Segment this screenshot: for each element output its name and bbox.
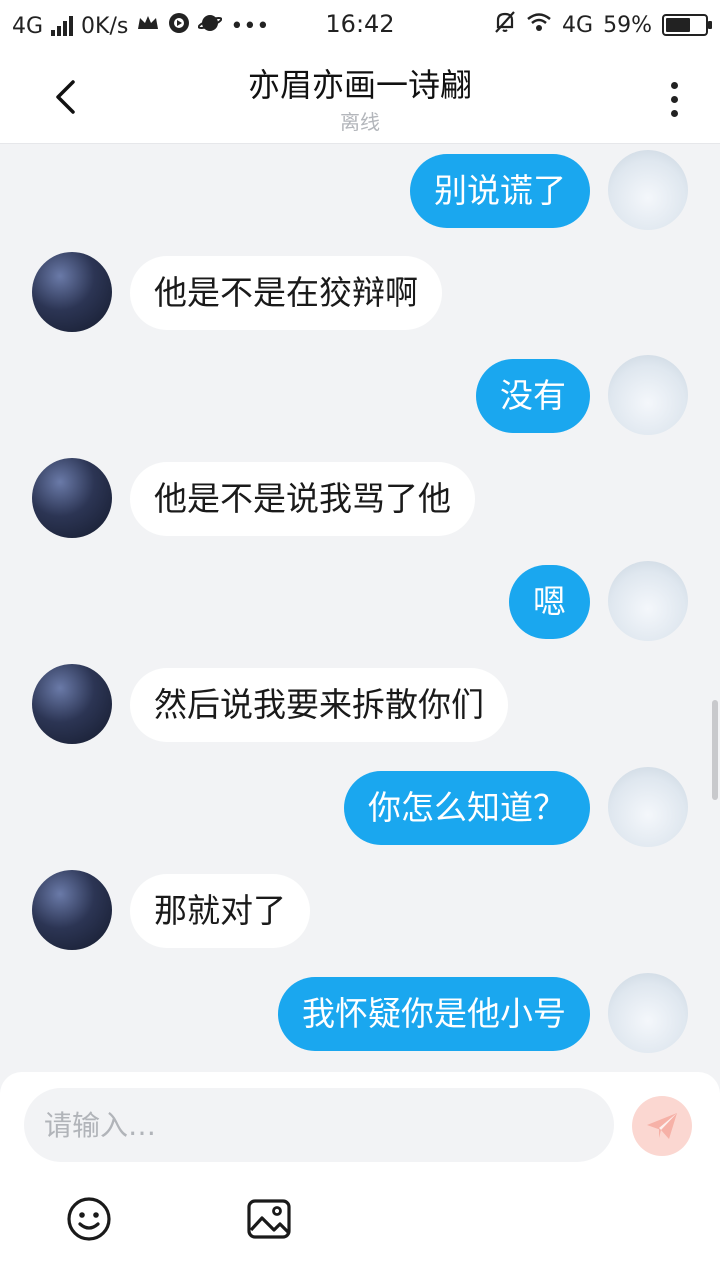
message-bubble-sent[interactable]: 我怀疑你是他小号 [278, 977, 590, 1051]
message-bubble-sent[interactable]: 没有 [476, 359, 590, 433]
network-type-right: 4G [562, 12, 594, 38]
image-button[interactable] [246, 1196, 292, 1242]
status-right: 4G 59% [494, 10, 712, 40]
scrollbar[interactable] [712, 700, 718, 800]
message-row: 那就对了 [0, 870, 720, 950]
message-bubble-sent[interactable]: 你怎么知道？ [344, 771, 590, 845]
message-row: 嗯 [0, 561, 720, 641]
message-bubble-sent[interactable]: 嗯 [509, 565, 590, 639]
my-avatar[interactable] [608, 150, 688, 230]
chat-header: 亦眉亦画一诗翩 离线 [0, 50, 720, 144]
emoji-button[interactable] [66, 1196, 112, 1242]
message-row: 他是不是在狡辩啊 [0, 252, 720, 332]
message-row: 然后说我要来拆散你们 [0, 664, 720, 744]
contact-avatar[interactable] [32, 664, 112, 744]
my-avatar[interactable] [608, 561, 688, 641]
message-bubble-sent[interactable]: 别说谎了 [410, 154, 590, 228]
message-row: 我怀疑你是他小号 [0, 973, 720, 1053]
send-icon [647, 1113, 677, 1139]
message-row: 他是不是说我骂了他 [0, 458, 720, 538]
my-avatar[interactable] [608, 767, 688, 847]
my-avatar[interactable] [608, 973, 688, 1053]
mute-bell-icon [494, 10, 516, 40]
emoji-icon [67, 1197, 111, 1241]
message-row: 你怎么知道？ [0, 767, 720, 847]
message-bubble-received[interactable]: 他是不是在狡辩啊 [130, 256, 442, 330]
more-options-button[interactable] [654, 74, 694, 124]
message-bubble-received[interactable]: 他是不是说我骂了他 [130, 462, 475, 536]
image-icon [247, 1199, 291, 1239]
wifi-icon [526, 11, 552, 39]
message-row: 没有 [0, 355, 720, 435]
more-icon [670, 81, 678, 89]
battery-icon [662, 14, 712, 36]
contact-avatar[interactable] [32, 458, 112, 538]
battery-percent: 59% [603, 12, 652, 38]
send-button[interactable] [632, 1096, 692, 1156]
input-panel [0, 1072, 720, 1280]
contact-avatar[interactable] [32, 870, 112, 950]
message-input[interactable] [24, 1088, 614, 1162]
message-bubble-received[interactable]: 然后说我要来拆散你们 [130, 668, 508, 742]
message-bubble-received[interactable]: 那就对了 [130, 874, 310, 948]
chat-title: 亦眉亦画一诗翩 [247, 66, 472, 104]
online-status: 离线 [340, 110, 380, 134]
my-avatar[interactable] [608, 355, 688, 435]
contact-avatar[interactable] [32, 252, 112, 332]
message-row: 别说谎了 [0, 150, 720, 230]
status-bar: 4G 0K/s ••• 16:42 4G 59% [0, 0, 720, 50]
